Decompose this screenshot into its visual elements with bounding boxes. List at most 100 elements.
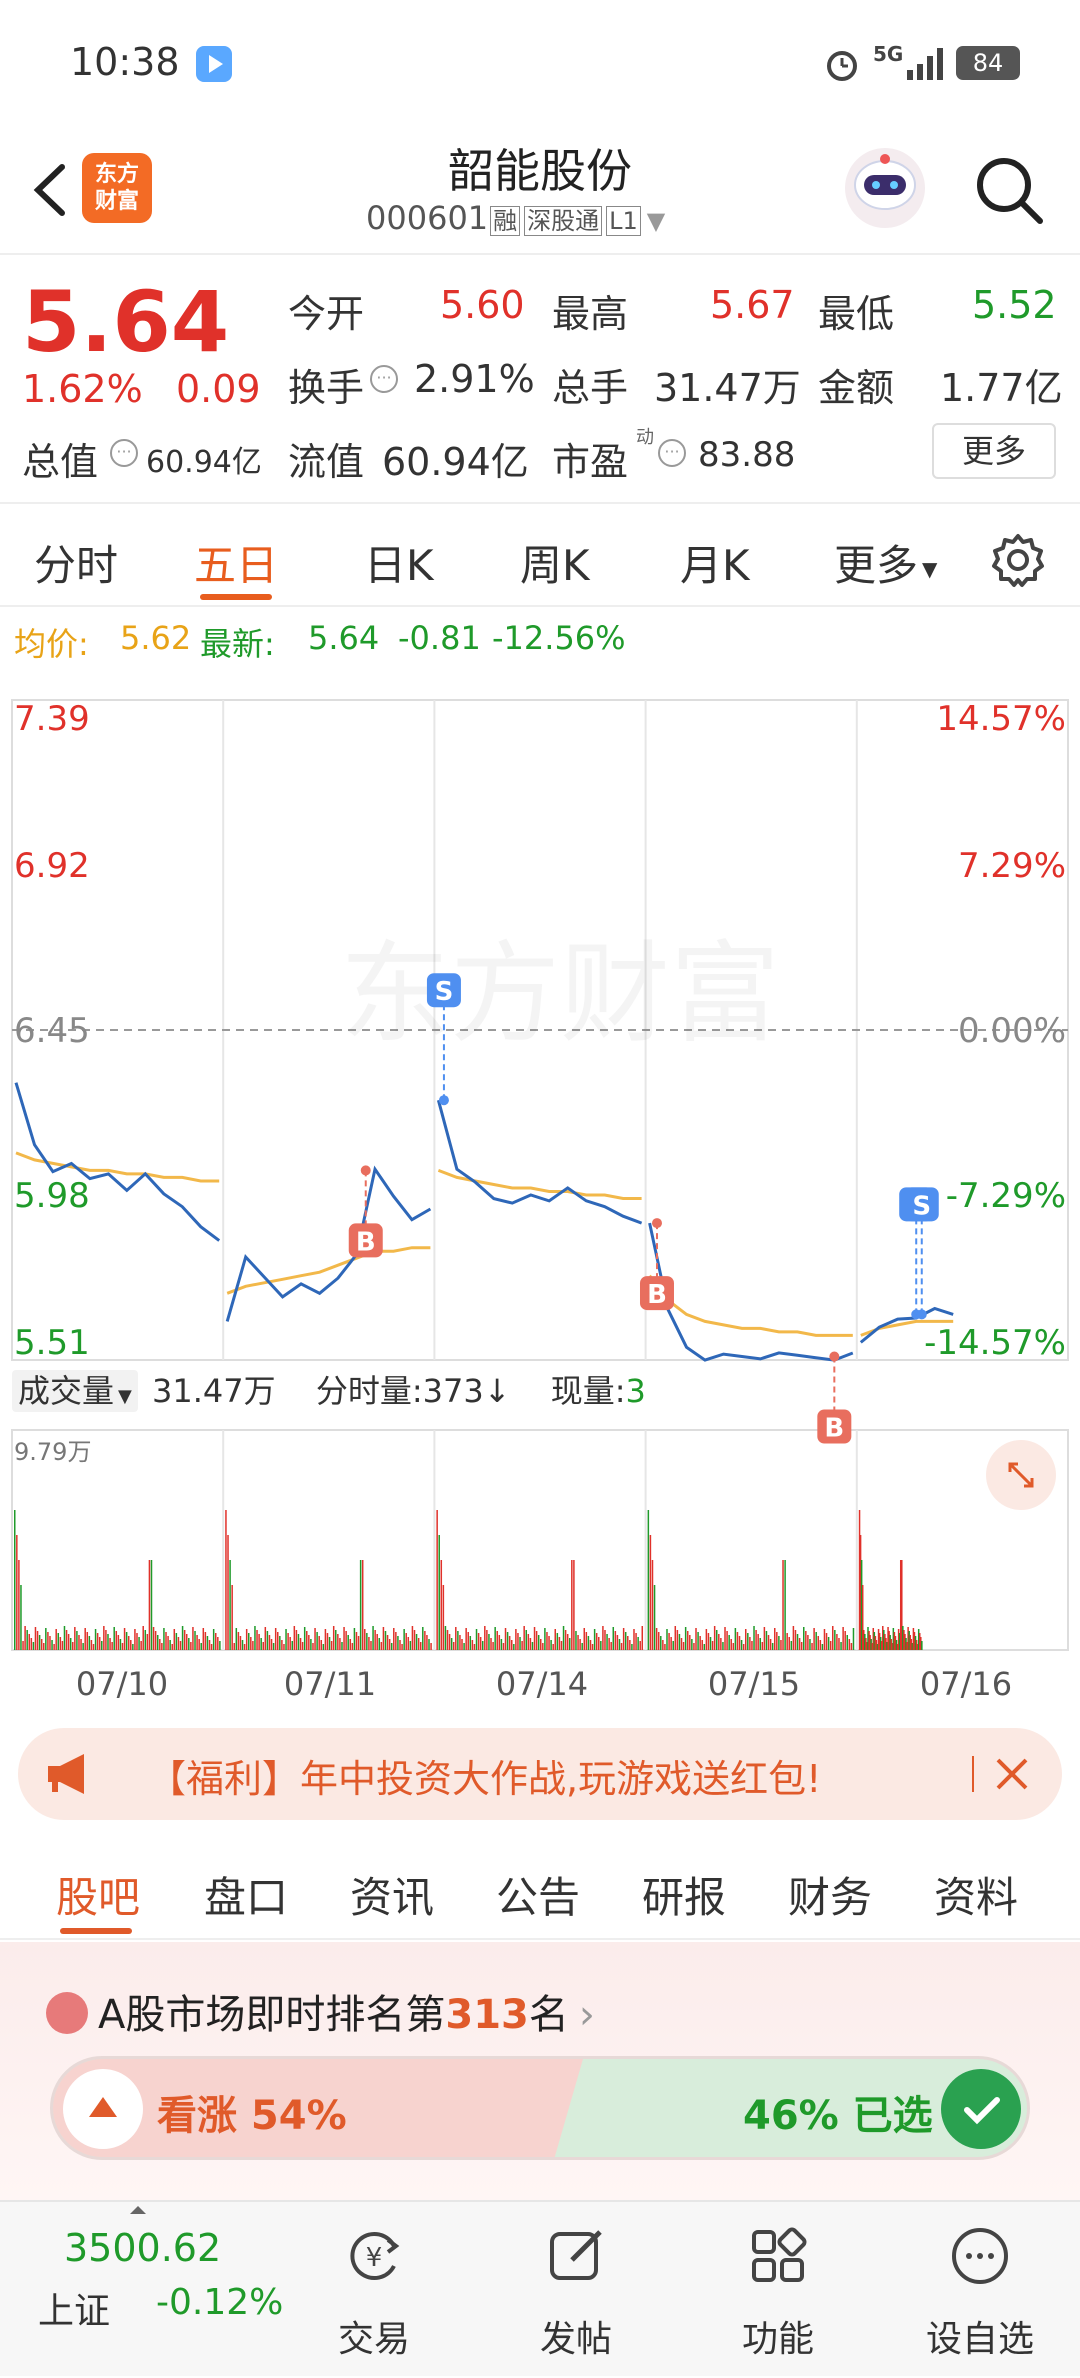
tab-weekly-k[interactable]: 周K (520, 532, 590, 593)
volume-bar (22, 1641, 24, 1650)
functions-button[interactable]: 功能 (678, 2202, 878, 2378)
volume-bar (270, 1639, 273, 1650)
volume-bar (852, 1628, 855, 1650)
volume-bar (585, 1632, 588, 1650)
volume-bar (380, 1642, 383, 1650)
volume-bar (171, 1644, 173, 1650)
volume-bar (395, 1632, 397, 1650)
volume-type-selector[interactable]: 成交量 ▼ (12, 1370, 138, 1412)
avg-label: 均价: (14, 625, 89, 663)
y-label-left: 6.92 (14, 846, 90, 886)
volume-bar (372, 1626, 374, 1650)
robot-assistant-icon[interactable] (842, 145, 928, 231)
volume-bar (428, 1639, 430, 1650)
volume-bar (457, 1631, 459, 1650)
open-label: 今开 (288, 292, 365, 336)
five-day-chart[interactable]: 东方财富 BSBBSS 7.3914.57%6.927.29%6.450.00%… (0, 670, 1080, 1710)
tab-five-day[interactable]: 五日 (194, 532, 278, 593)
tab-news[interactable]: 资讯 (350, 1864, 434, 1925)
volume-bar (494, 1627, 496, 1650)
add-watchlist-button[interactable]: 设自选 (880, 2202, 1080, 2378)
volume-bar (786, 1633, 788, 1650)
marker-dot (438, 1095, 449, 1106)
volume-bar (540, 1639, 542, 1650)
tab-profile[interactable]: 资料 (934, 1864, 1018, 1925)
tab-announcements[interactable]: 公告 (496, 1864, 580, 1925)
brand-logo[interactable]: 东方 财富 (82, 153, 152, 223)
more-quote-button[interactable]: 更多 (932, 423, 1056, 479)
volume-bar (411, 1626, 414, 1650)
post-button[interactable]: 发帖 (476, 2202, 676, 2378)
back-button[interactable] (20, 155, 80, 225)
volume-bar (730, 1639, 732, 1650)
volume-bar (297, 1634, 300, 1650)
index-widget[interactable]: 3500.62 上证 -0.12% (30, 2202, 290, 2378)
volume-bar (678, 1634, 681, 1650)
top-navigation: 东方 财富 韶能股份 000601 融深股通 L1 ▼ (0, 125, 1080, 255)
mktcap-info-icon[interactable]: ··· (110, 439, 138, 467)
volume-bar (349, 1639, 352, 1650)
pe-info-icon[interactable]: ··· (658, 439, 686, 467)
vote-down-label[interactable]: 46% 已选 (743, 2083, 933, 2141)
stock-code-row[interactable]: 000601 融深股通 L1 ▼ (366, 199, 665, 239)
volume-bar (668, 1633, 670, 1650)
volume-bar (803, 1627, 805, 1650)
banner-close-icon[interactable] (990, 1752, 1034, 1800)
volume-bar (98, 1637, 101, 1650)
volume-bar (256, 1630, 258, 1650)
volume-bar (78, 1635, 80, 1650)
volume-bar (314, 1628, 316, 1650)
search-icon[interactable] (970, 151, 1050, 235)
tab-research[interactable]: 研报 (642, 1864, 726, 1925)
volume-bar (378, 1638, 381, 1650)
price-line (225, 1165, 432, 1322)
tab-monthly-k[interactable]: 月K (680, 532, 750, 593)
volume-bar (132, 1644, 134, 1650)
volume-bar (778, 1636, 780, 1650)
chart-settings-gear-icon[interactable] (990, 532, 1046, 592)
chart-grid (11, 699, 1069, 1651)
pe-value: 83.88 (698, 435, 796, 475)
volume-bar (185, 1634, 188, 1650)
rank-row[interactable]: A股市场即时排名第313名 › (46, 1982, 595, 2040)
volume-bar (14, 1510, 16, 1650)
high-label: 最高 (552, 292, 629, 336)
vote-selected-check-icon[interactable] (941, 2069, 1021, 2149)
volume-bar (194, 1631, 196, 1650)
volume-bar (20, 1585, 22, 1650)
y-label-right: 7.29% (958, 846, 1066, 886)
volume-bar (832, 1626, 834, 1650)
tab-intraday[interactable]: 分时 (34, 532, 118, 593)
turnover-info-icon[interactable]: ··· (370, 365, 398, 393)
expand-chart-button[interactable] (986, 1440, 1056, 1510)
tab-pankou[interactable]: 盘口 (204, 1864, 288, 1925)
volume-bar (165, 1632, 167, 1650)
marker-dot (651, 1218, 662, 1229)
volume-bar (61, 1641, 64, 1650)
volume-bar (763, 1627, 766, 1650)
volume-bar (556, 1633, 559, 1650)
latest-value: 5.64 (308, 619, 380, 657)
volume-bar (566, 1634, 569, 1650)
volume-bar (289, 1637, 291, 1650)
tab-finance[interactable]: 财务 (788, 1864, 872, 1925)
trade-button[interactable]: ¥ 交易 (274, 2202, 474, 2378)
volume-bar (747, 1633, 749, 1650)
tab-more[interactable]: 更多 ▼ (834, 532, 937, 593)
volume-bar (47, 1632, 49, 1650)
volume-bar (579, 1639, 581, 1650)
volume-bar (475, 1629, 478, 1650)
vote-up-label[interactable]: 看涨 54% (157, 2083, 347, 2141)
index-value: 3500.62 (64, 2226, 222, 2270)
volume-bar (686, 1631, 689, 1650)
volume-bar (703, 1644, 706, 1650)
volume-bar (606, 1634, 608, 1650)
vote-up-button[interactable] (63, 2069, 143, 2149)
volume-bar (651, 1560, 654, 1650)
promo-banner[interactable]: 【福利】年中投资大作战,玩游戏送红包! (18, 1728, 1062, 1820)
tab-daily-k[interactable]: 日K (364, 532, 434, 593)
volume-bar (554, 1629, 557, 1650)
tab-guba[interactable]: 股吧 (56, 1864, 140, 1925)
volume-bar (664, 1644, 666, 1650)
volume-bar (622, 1628, 625, 1650)
